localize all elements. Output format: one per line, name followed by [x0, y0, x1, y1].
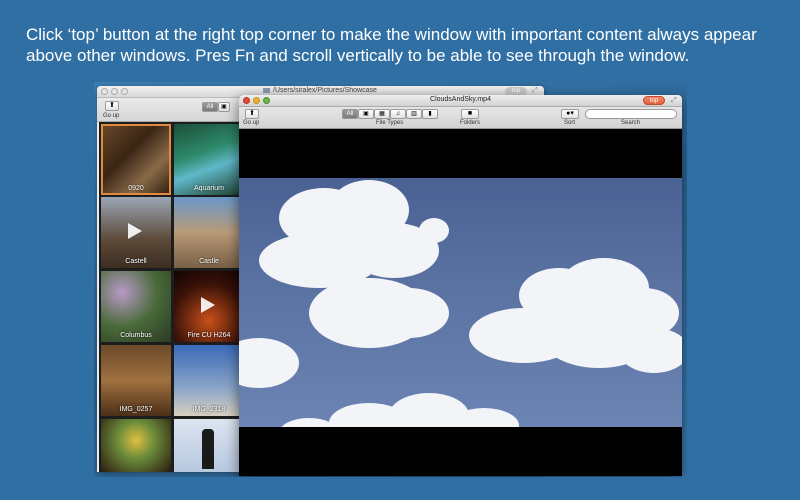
up-arrow-icon: ⬆ [249, 110, 255, 117]
front-window: CloudsAndSky.mp4 top ⤢ ⬆ Go up All ▣ ▦ ♫… [239, 95, 682, 476]
resize-icon[interactable]: ⤢ [671, 97, 677, 105]
thumbnail-label: IMG_0257 [119, 406, 153, 413]
filter-document-button[interactable]: ▮ [422, 109, 438, 119]
filter-all-button[interactable]: All [202, 102, 218, 112]
instruction-caption: Click ‘top’ button at the right top corn… [26, 25, 757, 65]
minimize-button[interactable] [111, 88, 118, 95]
thumbnail-aquarium[interactable]: Aquarium [174, 124, 244, 195]
document-icon: ▮ [428, 111, 432, 117]
folders-button[interactable]: ■ [461, 109, 479, 119]
film-icon: ▦ [379, 111, 385, 117]
filter-all-button[interactable]: All [342, 109, 358, 119]
thumbnail-label: IMG_2318 [192, 406, 226, 413]
thumbnail-label: Castle [199, 258, 219, 265]
filter-video-button[interactable]: ▦ [374, 109, 390, 119]
play-icon [201, 297, 215, 313]
go-up-label: Go up [103, 113, 120, 119]
thumbnail-castell[interactable]: Castell [101, 197, 171, 268]
window-title: CloudsAndSky.mp4 [430, 96, 491, 103]
window-path: /Users/siralex/Pictures/Showcase [273, 87, 377, 94]
sort-icon: ●▾ [566, 110, 574, 117]
search-label: Search [621, 120, 641, 126]
top-button[interactable]: top [643, 96, 665, 105]
front-window-titlebar[interactable]: CloudsAndSky.mp4 top ⤢ [239, 95, 682, 107]
thumbnail-label: Fire CU H264 [187, 332, 231, 339]
thumbnail-grid: 0920 Aquarium Castell Castle Columbus Fi… [99, 122, 244, 472]
go-up-label: Go up [243, 120, 260, 126]
front-toolbar: ⬆ Go up All ▣ ▦ ♫ ▥ ▮ File Types ■ Folde… [239, 107, 682, 129]
thumbnail-img-0257[interactable]: IMG_0257 [101, 345, 171, 416]
thumbnail-label: 0920 [128, 185, 144, 192]
thumbnail-label: Aquarium [194, 185, 224, 192]
resize-icon[interactable]: ⤢ [532, 87, 538, 95]
up-arrow-icon: ⬆ [109, 102, 115, 109]
folder-icon: ■ [467, 110, 473, 117]
search-input[interactable] [585, 109, 677, 119]
video-player[interactable] [239, 129, 682, 476]
file-types-label: File Types [376, 120, 404, 126]
window-path-area: /Users/siralex/Pictures/Showcase [263, 87, 377, 94]
thumbnail-columbus[interactable]: Columbus [101, 271, 171, 342]
filter-image-button[interactable]: ▣ [358, 109, 374, 119]
go-up-button[interactable]: ⬆ [245, 109, 259, 119]
thumbnail-castle[interactable]: Castle [174, 197, 244, 268]
thumbnail-0920[interactable]: 0920 [101, 124, 171, 195]
filter-book-button[interactable]: ▥ [406, 109, 422, 119]
thumbnail-stained-glass[interactable] [101, 419, 171, 472]
image-icon: ▣ [363, 111, 369, 117]
video-frame-clouds [239, 178, 682, 427]
music-icon: ♫ [395, 111, 401, 117]
zoom-button[interactable] [121, 88, 128, 95]
go-up-button[interactable]: ⬆ [105, 101, 119, 111]
folders-label: Folders [460, 120, 481, 126]
thumbnail-fire-cu-h264[interactable]: Fire CU H264 [174, 271, 244, 342]
filter-music-button[interactable]: ♫ [390, 109, 406, 119]
folder-icon [263, 87, 270, 93]
sort-label: Sort [564, 120, 576, 126]
sort-button[interactable]: ●▾ [561, 109, 579, 119]
close-button[interactable] [101, 88, 108, 95]
thumbnail-label: Columbus [120, 332, 152, 339]
thumbnail-label: Castell [125, 258, 147, 265]
desktop-stage: /Users/siralex/Pictures/Showcase top ⤢ ⬆… [94, 82, 687, 477]
thumbnail-statue[interactable] [174, 419, 244, 472]
thumbnail-img-2318[interactable]: IMG_2318 [174, 345, 244, 416]
book-icon: ▥ [411, 111, 417, 117]
image-icon: ▣ [221, 104, 227, 110]
filter-image-button[interactable]: ▣ [218, 102, 230, 112]
statue-silhouette [202, 429, 214, 469]
play-icon [128, 223, 142, 239]
